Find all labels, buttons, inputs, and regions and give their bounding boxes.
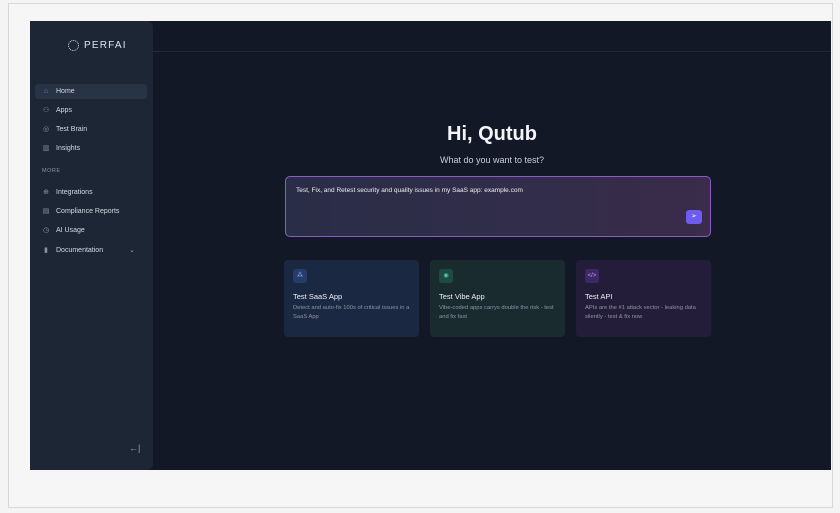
browser-frame: PERFAI ⌂ Home ⚇ Apps ◎ Test Brain ▥ Insi…: [8, 3, 833, 508]
sidebar-item-compliance-reports[interactable]: ▤ Compliance Reports: [35, 204, 147, 219]
sidebar-item-label: Insights: [56, 145, 81, 152]
sidebar-item-label: Apps: [56, 107, 72, 114]
card-test-api[interactable]: </> Test API APIs are the #1 attack vect…: [576, 260, 711, 337]
card-title: Test SaaS App: [293, 292, 343, 301]
sidebar-item-label: Documentation: [56, 247, 104, 254]
sidebar-item-ai-usage[interactable]: ◷ AI Usage: [35, 223, 147, 238]
sidebar-item-label: Integrations: [56, 189, 93, 196]
card-description: Detect and auto-fix 100s of critical iss…: [293, 305, 410, 320]
sidebar-item-home[interactable]: ⌂ Home: [35, 84, 147, 99]
sidebar-item-integrations[interactable]: ⊕ Integrations: [35, 185, 147, 200]
gauge-icon: ◷: [42, 226, 50, 234]
sidebar-item-label: Compliance Reports: [56, 208, 120, 215]
app-window: PERFAI ⌂ Home ⚇ Apps ◎ Test Brain ▥ Insi…: [30, 21, 831, 470]
chevron-down-icon[interactable]: ⌄: [129, 246, 135, 254]
sidebar-item-insights[interactable]: ▥ Insights: [35, 141, 147, 156]
prompt-input[interactable]: Test, Fix, and Retest security and quali…: [285, 176, 711, 237]
globe-icon: ◉: [439, 269, 453, 283]
brand-logo[interactable]: PERFAI: [68, 40, 127, 51]
card-test-saas-app[interactable]: ⁂ Test SaaS App Detect and auto-fix 100s…: [284, 260, 419, 337]
brand-name: PERFAI: [84, 40, 127, 51]
card-description: APIs are the #1 attack vector - leaking …: [585, 305, 696, 320]
globe-icon: ⊕: [43, 188, 49, 196]
topbar-divider: [153, 51, 831, 52]
sidebar: PERFAI ⌂ Home ⚇ Apps ◎ Test Brain ▥ Insi…: [30, 21, 153, 470]
card-title: Test Vibe App: [439, 292, 485, 301]
page-title: Hi, Qutub: [447, 123, 537, 145]
send-button[interactable]: ➢: [686, 210, 702, 224]
chart-icon: ▥: [42, 144, 50, 152]
logo-ring-icon: [68, 40, 79, 51]
clipboard-icon: ▤: [42, 207, 50, 215]
sidebar-item-test-brain[interactable]: ◎ Test Brain: [35, 122, 147, 137]
card-description: Vibe-coded apps carrys double the risk -…: [439, 305, 554, 320]
doc-icon: ▮: [44, 246, 48, 254]
sidebar-section-more: MORE: [42, 168, 61, 174]
card-test-vibe-app[interactable]: ◉ Test Vibe App Vibe-coded apps carrys d…: [430, 260, 565, 337]
brain-icon: ◎: [42, 125, 50, 133]
prompt-input-value[interactable]: Test, Fix, and Retest security and quali…: [296, 187, 523, 194]
home-icon: ⌂: [43, 87, 49, 95]
collapse-sidebar-icon[interactable]: ←|: [129, 443, 140, 453]
apps-grid-icon: ⁂: [293, 269, 307, 283]
apps-icon: ⚇: [42, 106, 50, 114]
sidebar-item-label: Test Brain: [56, 126, 88, 133]
sidebar-item-label: AI Usage: [56, 227, 85, 234]
code-icon: </>: [585, 269, 599, 283]
card-title: Test API: [585, 292, 613, 301]
sidebar-item-label: Home: [56, 88, 75, 95]
sidebar-item-apps[interactable]: ⚇ Apps: [35, 103, 147, 118]
sidebar-item-documentation[interactable]: ▮ Documentation ⌄: [35, 243, 147, 258]
page-subtitle: What do you want to test?: [439, 155, 545, 165]
